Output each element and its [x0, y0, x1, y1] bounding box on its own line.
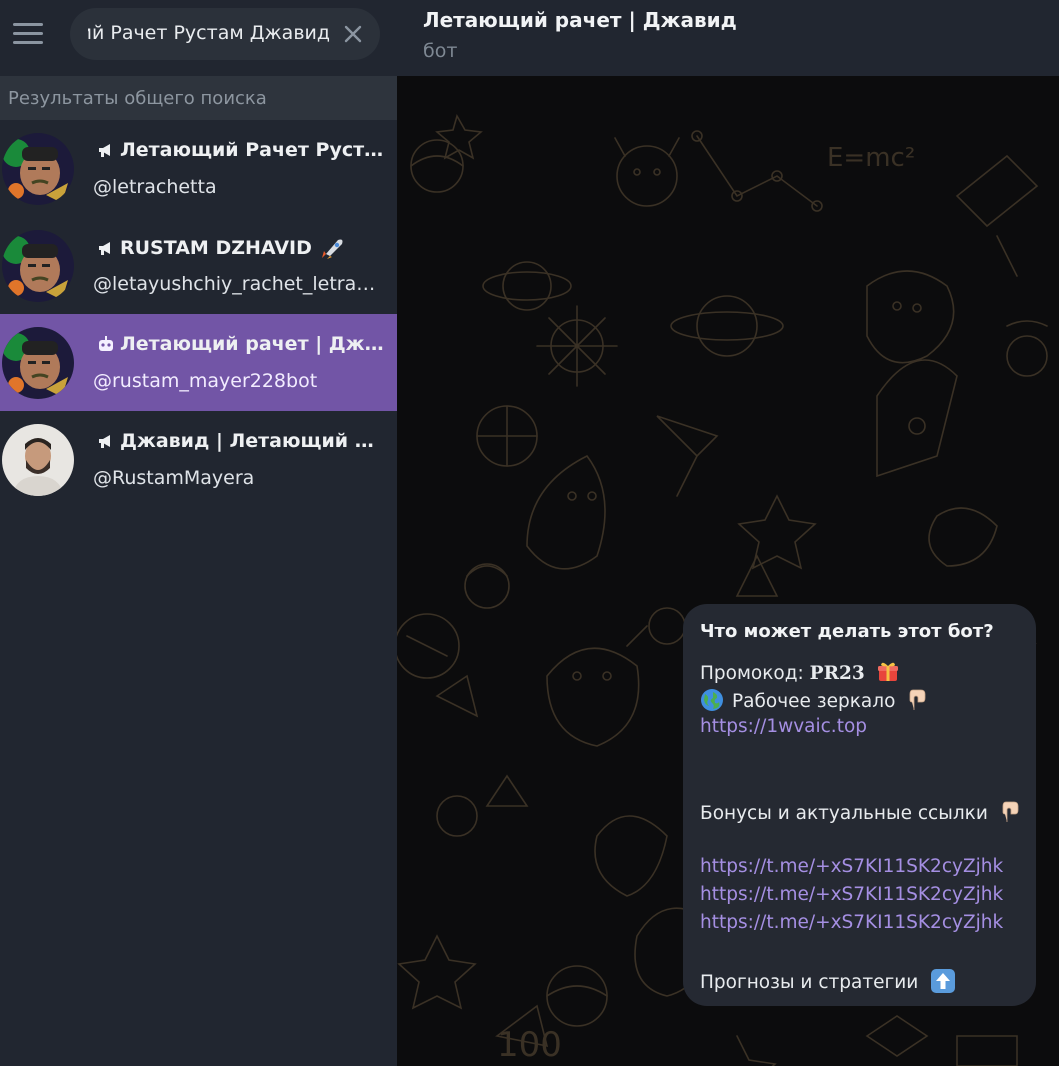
telegram-link[interactable]: https://t.me/+xS7KI11SK2cyZjhk [700, 912, 1003, 933]
pointing-down-icon [1002, 801, 1019, 822]
bonus-label: Бонусы и актуальные ссылки [700, 803, 988, 824]
megaphone-icon [99, 242, 110, 255]
mirror-label: Рабочее зеркало [732, 691, 896, 712]
result-name: Летающий рачет | Джа... [120, 333, 386, 355]
result-username: @letayushchiy_rachet_letrac... [93, 273, 383, 295]
promo-label: Промокод: [700, 663, 804, 684]
mirror-line: Рабочее зеркало [700, 688, 927, 712]
chat-title: Летающий рачет | Джавид [423, 8, 737, 32]
bot-info-bubble: Что может делать этот бот? Промокод: PR2… [683, 604, 1036, 1006]
menu-icon[interactable] [13, 23, 43, 47]
search-results-list: Летающий Рачет Руста... @letrachetta RUS… [0, 120, 397, 508]
chat-header[interactable]: Летающий рачет | Джавид бот [397, 0, 1059, 76]
mirror-link[interactable]: https://1wvaic.top [700, 716, 867, 737]
result-title: Летающий Рачет Руста... [96, 139, 386, 161]
footer-line: Прогнозы и стратегии [700, 968, 956, 994]
promo-code: PR23 [809, 663, 865, 684]
result-title: Джавид | Летающий Р... [96, 430, 386, 452]
rocket-icon [321, 239, 343, 259]
megaphone-icon [99, 435, 110, 448]
search-result-item[interactable]: Джавид | Летающий Р... @RustamMayera [0, 411, 397, 508]
result-title: Летающий рачет | Джа... [96, 333, 386, 355]
bot-icon [99, 336, 113, 351]
avatar [2, 327, 74, 399]
avatar [2, 230, 74, 302]
svg-text:100: 100 [497, 1025, 562, 1065]
search-result-item[interactable]: RUSTAM DZHAVID @letayushchiy_rachet_letr… [0, 217, 397, 314]
chat-status: бот [423, 40, 458, 62]
search-input[interactable]: ций Рачет Рустам Джавид [88, 22, 330, 44]
search-result-item[interactable]: Летающий Рачет Руста... @letrachetta [0, 120, 397, 217]
pointing-down-icon [909, 689, 926, 710]
telegram-link[interactable]: https://t.me/+xS7KI11SK2cyZjhk [700, 884, 1003, 905]
footer-label: Прогнозы и стратегии [700, 972, 919, 993]
up-arrow-icon [931, 969, 956, 993]
result-username: @rustam_mayer228bot [93, 370, 318, 392]
promo-line: Промокод: PR23 [700, 660, 899, 684]
bot-info-title: Что может делать этот бот? [700, 621, 994, 642]
bonus-line: Бонусы и актуальные ссылки [700, 800, 1020, 824]
search-result-item-active[interactable]: Летающий рачет | Джа... @rustam_mayer228… [0, 314, 397, 411]
close-icon[interactable] [342, 23, 364, 45]
result-name: Джавид | Летающий Р... [120, 430, 386, 452]
result-name: Летающий Рачет Руста... [120, 139, 386, 161]
result-name: RUSTAM DZHAVID [120, 237, 312, 259]
search-section-header: Результаты общего поиска [0, 76, 397, 120]
search-box[interactable]: ций Рачет Рустам Джавид [70, 8, 380, 60]
sidebar-topbar: ций Рачет Рустам Джавид [0, 0, 397, 76]
telegram-link[interactable]: https://t.me/+xS7KI11SK2cyZjhk [700, 856, 1003, 877]
svg-text:E=mc²: E=mc² [827, 143, 915, 173]
result-username: @RustamMayera [93, 467, 255, 489]
result-username: @letrachetta [93, 176, 217, 198]
avatar [2, 133, 74, 205]
avatar [2, 424, 74, 496]
gift-icon [877, 662, 898, 681]
sidebar: ций Рачет Рустам Джавид Результаты общег… [0, 0, 397, 1066]
globe-icon [701, 689, 723, 711]
megaphone-icon [99, 144, 110, 157]
section-header-label: Результаты общего поиска [8, 88, 267, 109]
result-title: RUSTAM DZHAVID [96, 236, 386, 260]
